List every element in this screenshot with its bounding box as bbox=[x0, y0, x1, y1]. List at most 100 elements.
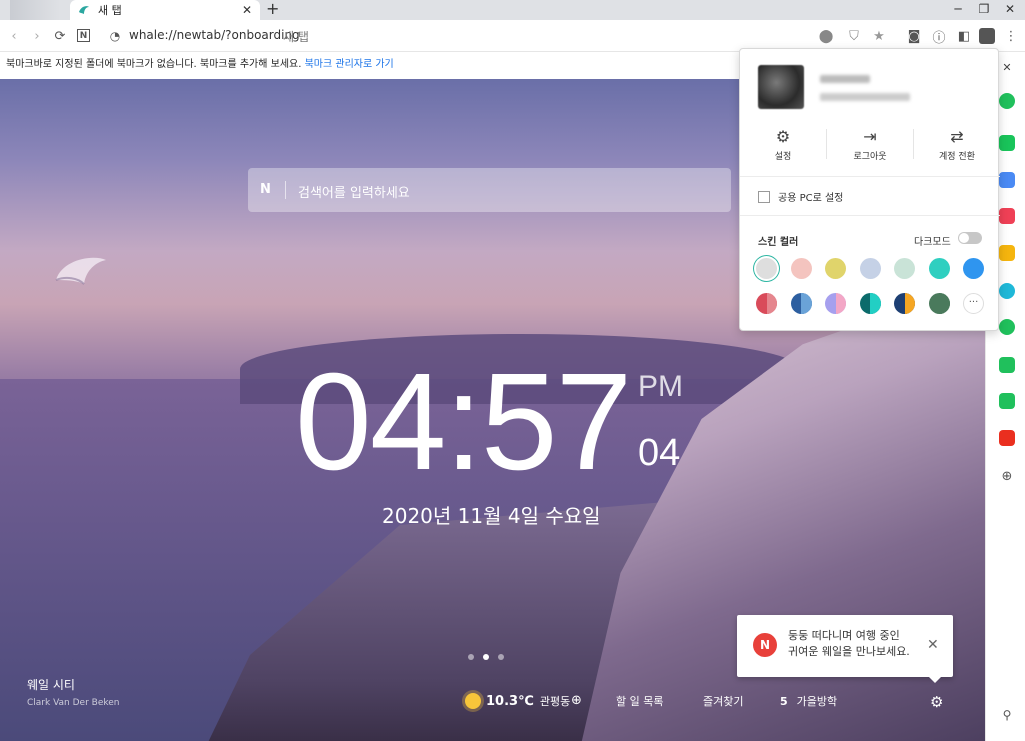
sidebar-close-icon[interactable]: ✕ bbox=[999, 59, 1015, 75]
skin-color-label: 스킨 컬러 bbox=[758, 237, 799, 248]
news-widget[interactable]: 5 가을방학 bbox=[780, 693, 837, 709]
toast-close-icon[interactable]: ✕ bbox=[927, 637, 939, 653]
photo-credit: Clark Van Der Beken bbox=[27, 698, 120, 708]
switch-account-label: 계정 전환 bbox=[939, 152, 975, 162]
clock-date: 2020년 11월 4일 수요일 bbox=[382, 504, 601, 528]
skin-color-swatch[interactable] bbox=[859, 293, 881, 314]
star-icon[interactable]: ★ bbox=[871, 28, 887, 44]
skin-color-swatch[interactable] bbox=[756, 293, 777, 314]
previous-tab[interactable] bbox=[10, 0, 60, 20]
forward-icon[interactable]: › bbox=[29, 28, 45, 44]
tab-title: 새 탭 bbox=[98, 4, 122, 17]
skin-color-swatch[interactable] bbox=[894, 293, 915, 314]
swatch-half bbox=[870, 293, 881, 314]
shared-pc-option[interactable]: 공용 PC로 설정 bbox=[758, 189, 843, 204]
divider bbox=[740, 215, 1000, 216]
gear-icon: ⚙ bbox=[775, 127, 791, 146]
location-icon[interactable]: ⬤ bbox=[818, 28, 834, 44]
tab-close-icon[interactable]: ✕ bbox=[242, 3, 252, 17]
todo-list-button[interactable]: 할 일 목록 bbox=[616, 693, 663, 709]
bookmark-manager-link[interactable]: 북마크 관리자로 가기 bbox=[305, 59, 394, 70]
sidebar-play-icon[interactable] bbox=[999, 319, 1015, 335]
carousel-dot[interactable] bbox=[468, 654, 474, 660]
url-text[interactable]: whale://newtab/?onboarding bbox=[129, 28, 300, 42]
camera-icon[interactable]: ◙ bbox=[906, 28, 922, 44]
profile-panel: ⚙ 설정 ⇥ 로그아웃 ⇄ 계정 전환 공용 PC로 설정 스킨 컬러 다크모드… bbox=[739, 48, 1000, 331]
search-divider bbox=[285, 181, 286, 199]
tab-strip: 새 탭 ✕ + ─ ❐ ✕ bbox=[0, 0, 1025, 20]
profile-name-redacted bbox=[820, 75, 870, 83]
sun-icon bbox=[465, 693, 481, 709]
background-location[interactable]: 웨일 시티 bbox=[27, 676, 75, 693]
weather-location: 관평동 bbox=[539, 695, 571, 708]
news-keyword: 가을방학 bbox=[796, 695, 838, 708]
crosshair-icon[interactable]: ⊕ bbox=[571, 693, 582, 708]
shared-pc-label: 공용 PC로 설정 bbox=[778, 193, 844, 204]
skin-color-swatch[interactable] bbox=[894, 258, 915, 279]
sidebar-app-green-icon[interactable] bbox=[999, 93, 1015, 109]
dark-mode-label: 다크모드 bbox=[914, 237, 951, 248]
new-tab-button[interactable]: + bbox=[266, 1, 279, 17]
menu-icon[interactable]: ⋮ bbox=[1003, 28, 1019, 44]
whale-mascot-icon[interactable] bbox=[52, 254, 110, 292]
profile-avatar bbox=[758, 65, 804, 109]
skin-color-swatch[interactable] bbox=[790, 293, 812, 314]
toast-line-2: 귀여운 웨일을 만나보세요. bbox=[788, 645, 910, 658]
sidebar-star-icon[interactable] bbox=[999, 245, 1015, 261]
skin-color-swatch[interactable] bbox=[756, 258, 777, 279]
sidebar-pocket-icon[interactable] bbox=[999, 208, 1015, 224]
swatch-half bbox=[904, 293, 915, 314]
switch-account-action[interactable]: ⇄ 계정 전환 bbox=[914, 127, 1000, 162]
sidebar-calendar-icon[interactable] bbox=[999, 172, 1015, 188]
clock-ampm: PM bbox=[638, 370, 683, 403]
skin-color-swatch[interactable] bbox=[790, 258, 812, 279]
favorites-button[interactable]: 즐겨찾기 bbox=[703, 693, 743, 709]
sidebar-pin-icon[interactable]: ⚲ bbox=[999, 707, 1015, 723]
settings-label: 설정 bbox=[774, 152, 792, 162]
logout-action[interactable]: ⇥ 로그아웃 bbox=[827, 127, 913, 162]
whale-toast[interactable]: N 둥둥 떠다니며 여행 중인 귀여운 웨일을 만나보세요. ✕ bbox=[737, 615, 953, 683]
divider bbox=[740, 176, 1000, 177]
skin-color-swatch[interactable] bbox=[928, 258, 950, 279]
skin-color-swatch[interactable] bbox=[825, 293, 846, 314]
sidebar-add-icon[interactable]: ⊕ bbox=[999, 468, 1015, 484]
sidebar-talk-icon[interactable] bbox=[999, 135, 1015, 151]
swatch-half bbox=[939, 293, 950, 314]
skin-color-swatch[interactable] bbox=[928, 293, 950, 314]
toast-badge: N bbox=[753, 633, 777, 657]
reload-icon[interactable]: ⟳ bbox=[52, 28, 68, 44]
swatch-half bbox=[766, 293, 777, 314]
logout-icon: ⇥ bbox=[863, 127, 877, 146]
shared-pc-checkbox[interactable] bbox=[758, 190, 770, 203]
info-icon[interactable]: ⓘ bbox=[931, 28, 947, 46]
temperature: 10.3℃ bbox=[486, 693, 534, 709]
dark-mode-toggle[interactable] bbox=[958, 232, 982, 244]
settings-gear-icon[interactable]: ⚙ bbox=[930, 693, 943, 711]
back-icon[interactable]: ‹ bbox=[6, 28, 22, 44]
sidebar-papago-icon[interactable] bbox=[999, 357, 1015, 373]
settings-action[interactable]: ⚙ 설정 bbox=[740, 127, 826, 162]
weather-widget[interactable]: 10.3℃ 관평동 bbox=[465, 693, 570, 709]
sidebar-now-icon[interactable] bbox=[999, 430, 1015, 446]
swatch-half bbox=[835, 293, 846, 314]
split-view-icon[interactable]: ◧ bbox=[956, 28, 972, 44]
skin-color-swatch[interactable] bbox=[859, 258, 881, 279]
sidebar-translate-icon[interactable] bbox=[999, 283, 1015, 299]
tab-new-tab[interactable]: 새 탭 ✕ bbox=[70, 0, 260, 20]
naver-icon[interactable]: N bbox=[77, 29, 90, 42]
search-placeholder: 검색어를 입력하세요 bbox=[298, 186, 410, 201]
skin-color-swatch[interactable] bbox=[825, 258, 846, 279]
carousel-dot[interactable] bbox=[498, 654, 504, 660]
profile-avatar-icon[interactable] bbox=[979, 28, 995, 44]
shield-icon[interactable]: ⛉ bbox=[846, 28, 862, 44]
carousel-dot-active[interactable] bbox=[483, 654, 489, 660]
whale-favicon-icon bbox=[79, 6, 89, 14]
carousel-dots bbox=[468, 654, 504, 660]
skin-color-swatch[interactable] bbox=[963, 258, 984, 279]
sidebar-notes-icon[interactable] bbox=[999, 393, 1015, 409]
profile-actions: ⚙ 설정 ⇥ 로그아웃 ⇄ 계정 전환 bbox=[740, 121, 1000, 173]
search-box[interactable]: N 검색어를 입력하세요 bbox=[248, 168, 731, 212]
more-colors-icon[interactable]: ··· bbox=[963, 293, 984, 314]
bookmark-bar-message: 북마크바로 지정된 폴더에 북마크가 없습니다. 북마크를 추가해 보세요. bbox=[6, 59, 305, 70]
window-close-button[interactable]: ✕ bbox=[993, 0, 1025, 20]
